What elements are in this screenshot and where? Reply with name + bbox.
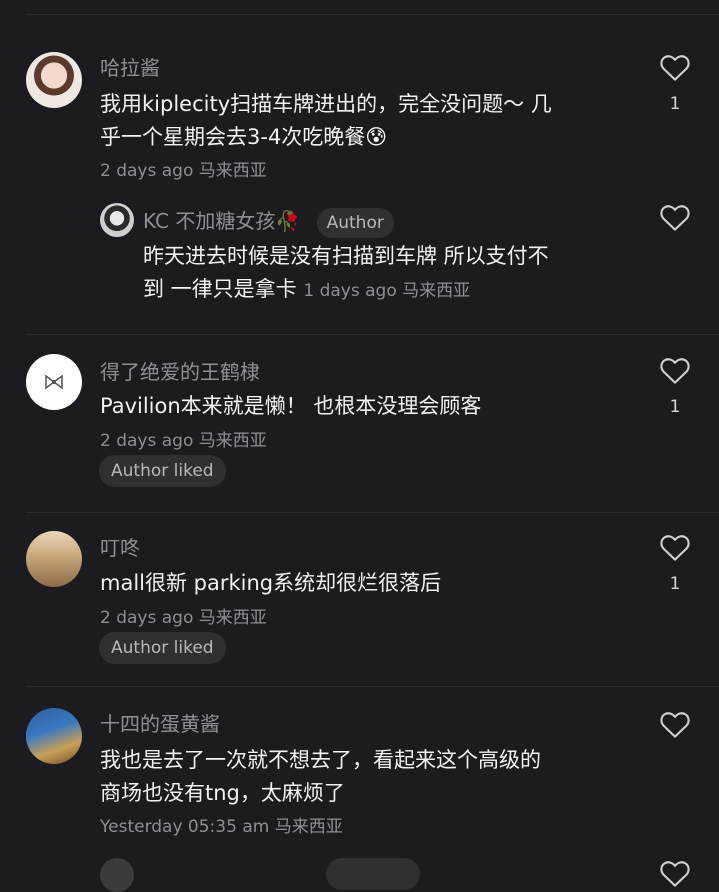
divider (26, 334, 719, 335)
avatar[interactable] (26, 531, 82, 587)
avatar[interactable] (26, 354, 82, 410)
avatar[interactable] (100, 203, 134, 237)
like-button[interactable]: 1 (659, 52, 691, 114)
heart-outline-icon (660, 205, 690, 231)
comment-author[interactable]: KC 不加糖女孩🥀 Author (143, 205, 394, 238)
comment-meta: 2 days ago 马来西亚 (100, 161, 267, 181)
avatar[interactable] (26, 708, 82, 764)
comment-meta: Yesterday 05:35 am 马来西亚 (100, 817, 343, 837)
heart-outline-icon (660, 358, 690, 384)
heart-outline-icon (660, 861, 690, 887)
heart-outline-icon (660, 535, 690, 561)
author-badge (326, 858, 420, 890)
comment-text: 我用kiplecity扫描车牌进出的，完全没问题～ 几 乎一个星期会去3-4次吃… (100, 92, 552, 149)
like-button[interactable]: 1 (659, 355, 691, 417)
divider (26, 686, 719, 687)
heart-outline-icon (660, 55, 690, 81)
comment-author[interactable]: 哈拉酱 (100, 52, 160, 81)
author-liked-badge: Author liked (99, 632, 226, 664)
comment-author[interactable]: 得了绝爱的王鹤棣 (100, 356, 260, 385)
heart-outline-icon (660, 712, 690, 738)
comment-text: 昨天进去时候是没有扫描到车牌 所以支付不 到 一律只是拿卡 1 days ago… (143, 244, 549, 301)
comment-author[interactable]: 十四的蛋黄酱 (100, 708, 220, 737)
like-button[interactable] (659, 202, 691, 232)
bow-icon (45, 374, 63, 390)
divider (26, 14, 719, 15)
avatar[interactable] (26, 52, 82, 108)
comment-text: Pavilion本来就是懒！ 也根本没理会顾客 (100, 394, 482, 418)
author-liked-badge: Author liked (99, 455, 226, 487)
like-button[interactable] (659, 709, 691, 739)
comment-text: 我也是去了一次就不想去了，看起来这个高级的 商场也没有tng，太麻烦了 (100, 748, 541, 805)
comment-author[interactable]: 叮咚 (100, 532, 140, 561)
comment-meta: 1 days ago 马来西亚 (303, 281, 471, 301)
comment-meta: 2 days ago 马来西亚 (100, 608, 267, 628)
author-badge: Author (316, 207, 394, 238)
like-count: 1 (669, 397, 681, 417)
like-button[interactable]: 1 (659, 532, 691, 594)
like-count: 1 (669, 574, 681, 594)
comment-meta: 2 days ago 马来西亚 (100, 431, 267, 451)
comment-text: mall很新 parking系统却很烂很落后 (100, 571, 442, 595)
avatar[interactable] (100, 858, 134, 892)
like-count: 1 (669, 94, 681, 114)
divider (26, 512, 719, 513)
like-button[interactable] (659, 858, 691, 888)
